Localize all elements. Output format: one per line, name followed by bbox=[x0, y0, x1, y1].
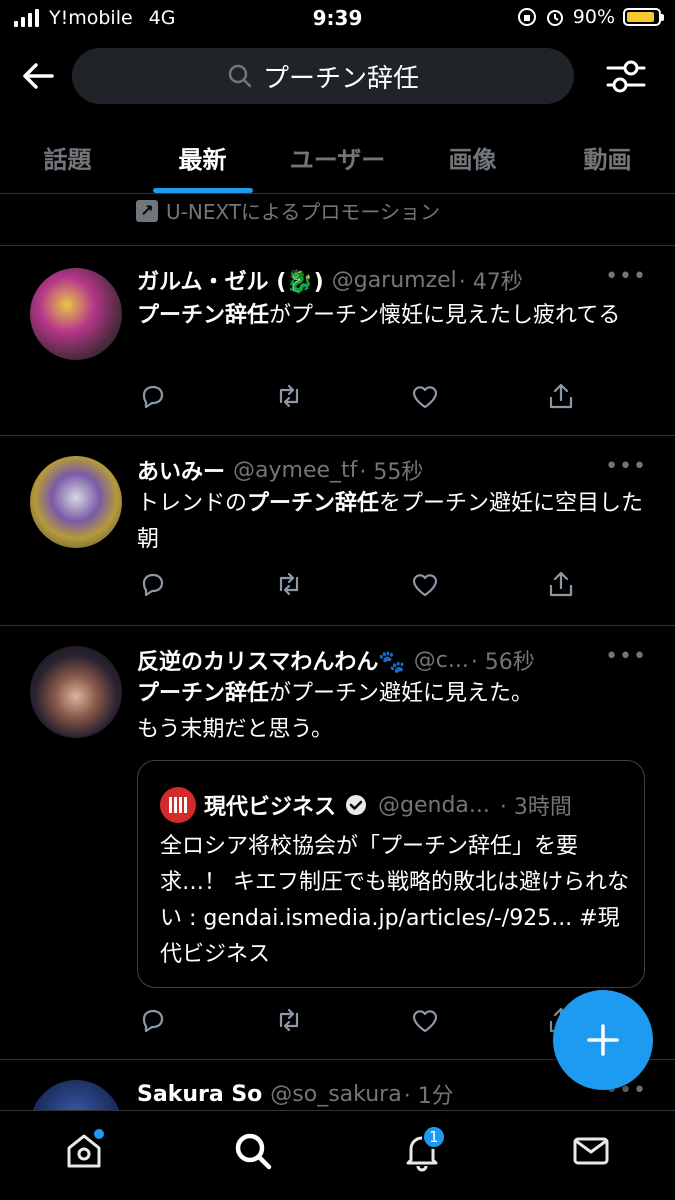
highlight-term: プーチン辞任 bbox=[247, 491, 380, 516]
plus-icon bbox=[587, 1024, 619, 1056]
retweet-icon[interactable] bbox=[273, 1004, 305, 1036]
tab-images[interactable]: 画像 bbox=[405, 120, 540, 193]
quote-time: · 3時間 bbox=[499, 795, 572, 820]
reply-icon[interactable] bbox=[137, 1004, 169, 1036]
display-name[interactable]: 反逆のカリスマわんわん🐾 bbox=[137, 644, 406, 676]
mail-icon bbox=[573, 1137, 609, 1164]
filter-sliders-icon[interactable] bbox=[605, 56, 647, 96]
share-icon[interactable] bbox=[545, 380, 577, 412]
status-bar: Y!mobile 4G 9:39 90% bbox=[0, 0, 675, 40]
tweet-time: · 1分 bbox=[403, 1084, 454, 1109]
nav-home[interactable] bbox=[54, 1121, 114, 1181]
display-name[interactable]: Sakura So bbox=[137, 1082, 262, 1107]
quoted-tweet[interactable]: 現代ビジネス @genda... · 3時間 全ロシア将校協会が「プーチン辞任」… bbox=[137, 760, 645, 988]
home-new-indicator bbox=[94, 1128, 105, 1139]
avatar[interactable] bbox=[30, 456, 122, 548]
tweet-text-before: トレンドの bbox=[137, 491, 248, 516]
tweet-actions bbox=[137, 1004, 577, 1036]
search-input[interactable]: プーチン辞任 bbox=[72, 48, 574, 104]
reply-icon[interactable] bbox=[137, 380, 169, 412]
highlight-term: プーチン辞任 bbox=[137, 303, 270, 328]
search-icon bbox=[235, 1133, 272, 1169]
nav-search[interactable] bbox=[223, 1121, 283, 1181]
tab-latest[interactable]: 最新 bbox=[135, 120, 270, 193]
avatar[interactable] bbox=[30, 268, 122, 360]
notifications-count-badge: 1 bbox=[421, 1124, 446, 1149]
tweet-text-rest: がプーチン懐妊に見えたし疲れてる bbox=[269, 303, 621, 328]
tweet-text: プーチン辞任がプーチン懐妊に見えたし疲れてる bbox=[137, 298, 657, 334]
tab-videos[interactable]: 動画 bbox=[540, 120, 675, 193]
display-name[interactable]: あいみー bbox=[137, 454, 225, 486]
share-icon[interactable] bbox=[545, 568, 577, 600]
quote-display-name: 現代ビジネス bbox=[204, 795, 337, 820]
retweet-icon[interactable] bbox=[273, 568, 305, 600]
battery-icon bbox=[623, 8, 664, 26]
promoted-icon: ↗ bbox=[136, 199, 158, 222]
search-tabs: 話題 最新 ユーザー 画像 動画 bbox=[0, 120, 675, 194]
tab-trending[interactable]: 話題 bbox=[0, 120, 135, 193]
avatar[interactable] bbox=[30, 646, 122, 738]
user-handle: @garumzel bbox=[331, 267, 457, 293]
tweet-actions bbox=[137, 568, 577, 600]
search-query: プーチン辞任 bbox=[262, 63, 419, 94]
user-handle: @c... bbox=[413, 647, 469, 673]
promotion-row[interactable]: ↗ U-NEXTによるプロモーション bbox=[0, 194, 675, 246]
quote-handle: @genda... bbox=[378, 792, 490, 818]
display-name[interactable]: ガルム・ゼル (🐉) bbox=[137, 264, 324, 296]
more-icon[interactable]: ••• bbox=[605, 454, 647, 479]
highlight-term: プーチン辞任 bbox=[137, 681, 270, 706]
like-icon[interactable] bbox=[409, 568, 441, 600]
search-header: プーチン辞任 bbox=[0, 44, 675, 108]
nav-notifications[interactable]: 1 bbox=[392, 1121, 452, 1181]
battery-percent: 90% bbox=[572, 6, 615, 28]
quote-text: 全ロシア将校協会が「プーチン辞任」を要求…！ キエフ制圧でも戦略的敗北は避けられ… bbox=[160, 834, 629, 967]
compose-tweet-button[interactable] bbox=[553, 990, 653, 1090]
nav-messages[interactable] bbox=[561, 1121, 621, 1181]
back-arrow-icon[interactable] bbox=[18, 56, 58, 96]
more-icon[interactable]: ••• bbox=[605, 264, 647, 289]
user-handle: @so_sakura bbox=[270, 1081, 402, 1107]
tweet-card[interactable]: ガルム・ゼル (🐉) @garumzel · 47秒 ••• プーチン辞任がプー… bbox=[0, 246, 675, 436]
tweet-time: · 47秒 bbox=[458, 270, 523, 295]
tweet-card[interactable]: 反逆のカリスマわんわん🐾 @c... · 56秒 ••• プーチン辞任がプーチン… bbox=[0, 626, 675, 1060]
tweet-text: プーチン辞任がプーチン避妊に見えた。 もう末期だと思う。 bbox=[137, 676, 657, 748]
like-icon[interactable] bbox=[409, 1004, 441, 1036]
user-handle: @aymee_tf bbox=[233, 457, 358, 483]
tweet-text-rest: がプーチン避妊に見えた。 bbox=[269, 681, 534, 706]
promotion-label: U-NEXTによるプロモーション bbox=[166, 200, 441, 224]
tweet-actions bbox=[137, 380, 577, 412]
search-icon bbox=[228, 64, 252, 88]
more-icon[interactable]: ••• bbox=[605, 644, 647, 669]
tweet-text: トレンドのプーチン辞任をプーチン避妊に空目した朝 bbox=[137, 486, 657, 558]
retweet-icon[interactable] bbox=[273, 380, 305, 412]
bottom-navigation: 1 bbox=[0, 1110, 675, 1200]
tab-users[interactable]: ユーザー bbox=[270, 120, 405, 193]
quote-avatar bbox=[160, 787, 196, 823]
tweet-time: · 56秒 bbox=[470, 650, 535, 675]
orientation-lock-icon bbox=[517, 8, 536, 26]
reply-icon[interactable] bbox=[137, 568, 169, 600]
tweet-time: · 55秒 bbox=[359, 460, 424, 485]
tweet-card[interactable]: あいみー @aymee_tf · 55秒 ••• トレンドのプーチン辞任をプーチ… bbox=[0, 436, 675, 626]
alarm-icon bbox=[546, 10, 563, 26]
tweet-text-line2: もう末期だと思う。 bbox=[137, 717, 334, 742]
verified-badge-icon bbox=[346, 795, 367, 815]
like-icon[interactable] bbox=[409, 380, 441, 412]
